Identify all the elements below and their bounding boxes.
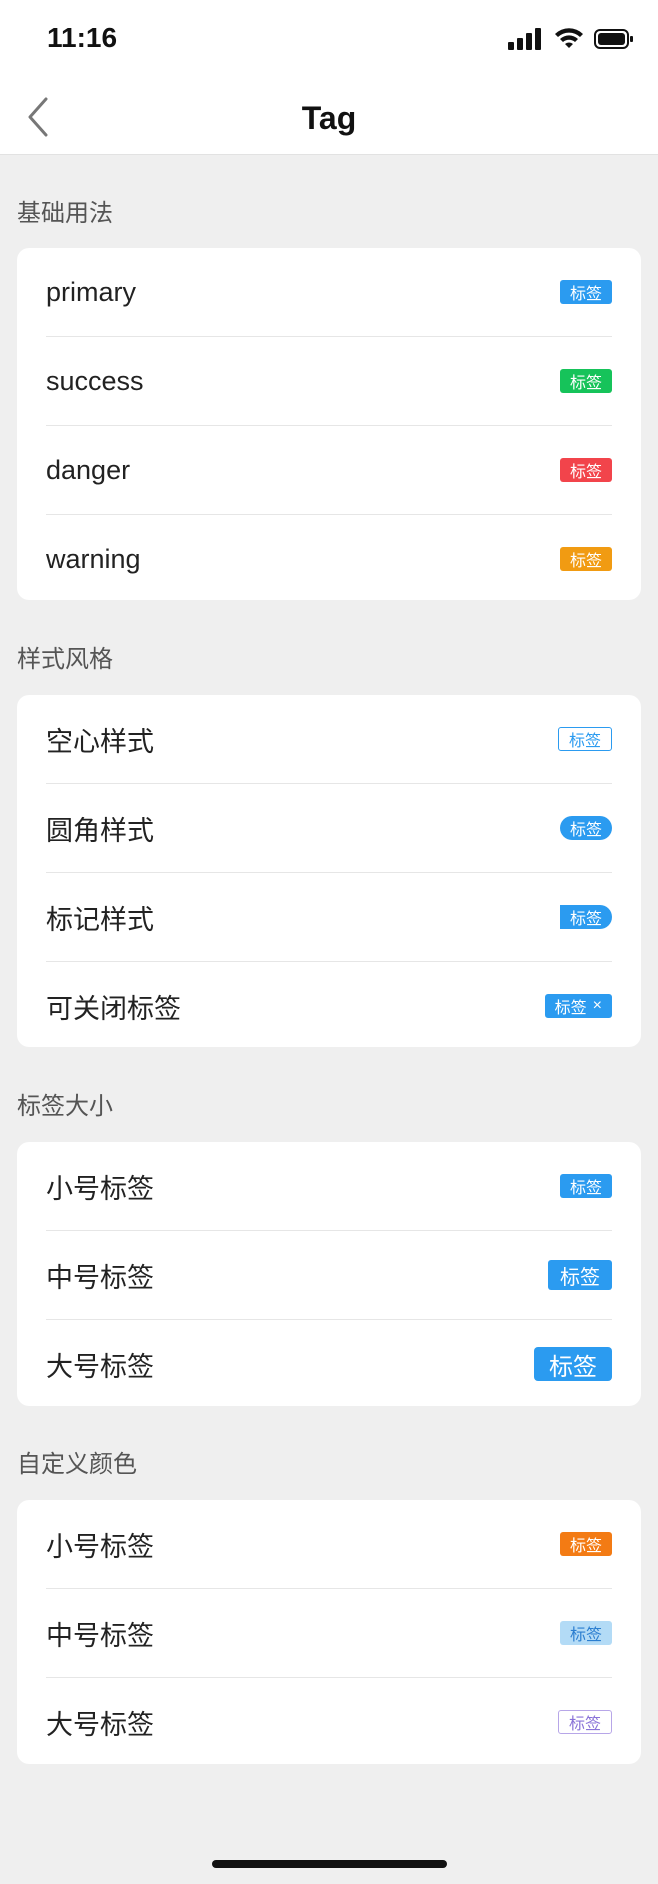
tag-mark: 标签 [559, 905, 612, 929]
close-icon[interactable]: × [593, 997, 602, 1015]
list-item: warning 标签 [46, 515, 612, 603]
row-label: 大号标签 [46, 1709, 154, 1740]
home-indicator [212, 1860, 447, 1868]
tag-closable-label: 标签 [554, 1000, 587, 1017]
row-label: 标记样式 [46, 904, 154, 935]
row-label: warning [46, 543, 141, 574]
row-label: primary [46, 276, 137, 307]
list-item: 空心样式 标签 [46, 695, 612, 784]
section-title-style: 样式风格 [17, 646, 113, 673]
tag-closable: 标签 × [544, 994, 612, 1018]
cellular-signal-icon [508, 28, 541, 50]
battery-icon [594, 29, 633, 49]
wifi-icon [555, 28, 583, 48]
tag-small: 标签 [559, 1174, 612, 1198]
tag-medium: 标签 [548, 1260, 612, 1290]
list-item: primary 标签 [46, 248, 612, 337]
tag-plain: 标签 [557, 727, 612, 751]
list-item: 圆角样式 标签 [46, 784, 612, 873]
nav-bar: Tag [0, 80, 658, 155]
list-item: 标记样式 标签 [46, 873, 612, 962]
status-bar: 11:16 [0, 0, 658, 80]
tag-large: 标签 [534, 1347, 612, 1381]
status-icons [508, 28, 634, 50]
list-item: danger 标签 [46, 426, 612, 515]
list-item: 大号标签 标签 [46, 1320, 612, 1408]
list-item: 可关闭标签 标签 × [46, 962, 612, 1050]
card-basic: primary 标签 success 标签 danger 标签 warning … [17, 248, 641, 600]
list-item: 小号标签 标签 [46, 1142, 612, 1231]
row-label: 小号标签 [46, 1173, 154, 1204]
section-title-size: 标签大小 [17, 1093, 113, 1120]
tag-primary: 标签 [559, 280, 612, 304]
list-item: 大号标签 标签 [46, 1678, 612, 1766]
tag-danger: 标签 [559, 458, 612, 482]
row-label: success [46, 365, 144, 396]
status-time: 11:16 [47, 22, 118, 53]
tag-custom-purple: 标签 [557, 1710, 612, 1734]
row-label: 可关闭标签 [46, 993, 181, 1024]
card-custom: 小号标签 标签 中号标签 标签 大号标签 标签 [17, 1500, 641, 1764]
card-size: 小号标签 标签 中号标签 标签 大号标签 标签 [17, 1142, 641, 1406]
row-label: 小号标签 [46, 1531, 154, 1562]
section-title-basic: 基础用法 [17, 200, 113, 227]
section-title-custom: 自定义颜色 [17, 1451, 137, 1478]
row-label: 空心样式 [46, 726, 154, 757]
tag-round: 标签 [559, 816, 612, 840]
list-item: success 标签 [46, 337, 612, 426]
list-item: 中号标签 标签 [46, 1231, 612, 1320]
row-label: 大号标签 [46, 1351, 154, 1382]
tag-custom-orange: 标签 [559, 1532, 612, 1556]
page-title: Tag [301, 100, 357, 136]
card-style: 空心样式 标签 圆角样式 标签 标记样式 标签 可关闭标签 标签 × [17, 695, 641, 1047]
row-label: danger [46, 454, 131, 485]
tag-warning: 标签 [559, 547, 612, 571]
list-item: 小号标签 标签 [46, 1500, 612, 1589]
list-item: 中号标签 标签 [46, 1589, 612, 1678]
tag-custom-lightblue: 标签 [559, 1621, 612, 1645]
row-label: 中号标签 [46, 1262, 154, 1293]
row-label: 中号标签 [46, 1620, 154, 1651]
row-label: 圆角样式 [46, 815, 154, 846]
tag-success: 标签 [559, 369, 612, 393]
